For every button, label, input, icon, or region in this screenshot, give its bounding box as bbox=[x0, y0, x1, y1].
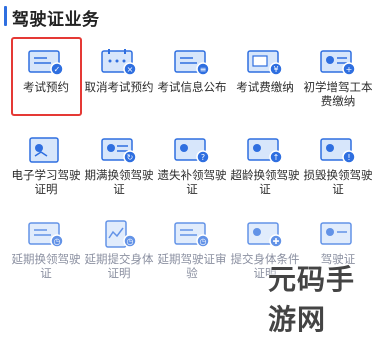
service-label: 延期提交身体证明 bbox=[84, 252, 154, 280]
selected-highlight bbox=[11, 37, 82, 116]
overage-renew-icon: ↑ bbox=[246, 136, 284, 164]
delay-health-icon: ◷ bbox=[100, 220, 138, 248]
service-label: 考试费缴纳 bbox=[236, 80, 294, 94]
service-item[interactable]: ? 遗失补领驾驶证 bbox=[156, 122, 228, 202]
cancel-exam-booking-icon: × bbox=[100, 48, 138, 76]
damaged-renew-icon: ! bbox=[319, 136, 357, 164]
header-accent-bar bbox=[4, 6, 7, 26]
service-item[interactable]: ◷ 延期驾驶证审验 bbox=[156, 206, 228, 286]
svg-text:+: + bbox=[346, 65, 353, 74]
service-item[interactable]: ↑ 超龄换领驾驶证 bbox=[229, 122, 301, 202]
delay-renew-icon: ◷ bbox=[27, 220, 65, 248]
delay-review-icon: ◷ bbox=[173, 220, 211, 248]
service-item[interactable]: ≡ 考试信息公布 bbox=[156, 34, 228, 114]
svg-text:↻: ↻ bbox=[127, 153, 134, 162]
svg-text:◷: ◷ bbox=[54, 237, 61, 246]
service-item[interactable]: 电子学习驾驶证明 bbox=[10, 122, 82, 202]
exam-info-icon: ≡ bbox=[173, 48, 211, 76]
renew-license-icon: ↻ bbox=[100, 136, 138, 164]
service-label: 初学增驾工本费缴纳 bbox=[303, 80, 373, 108]
svg-text:×: × bbox=[127, 65, 134, 74]
section-header: 驾驶证业务 bbox=[0, 0, 378, 34]
service-item[interactable]: ! 损毁换领驾驶证 bbox=[302, 122, 374, 202]
service-label: 取消考试预约 bbox=[84, 80, 154, 94]
svg-text:?: ? bbox=[201, 153, 205, 162]
watermark: 元码手游网 bbox=[268, 258, 378, 336]
watermark-text: 元码手游网 bbox=[268, 263, 356, 336]
service-label: 期满换领驾驶证 bbox=[84, 168, 154, 196]
svg-text:≡: ≡ bbox=[200, 65, 207, 74]
svg-text:◷: ◷ bbox=[127, 237, 134, 246]
service-item[interactable]: ↻ 期满换领驾驶证 bbox=[83, 122, 155, 202]
service-label: 延期驾驶证审验 bbox=[157, 252, 227, 280]
service-label: 超龄换领驾驶证 bbox=[230, 168, 300, 196]
service-item[interactable]: ◷ 延期换领驾驶证 bbox=[10, 206, 82, 286]
submit-health-icon: ✚ bbox=[246, 220, 284, 248]
service-label: 损毁换领驾驶证 bbox=[303, 168, 373, 196]
svg-text:¥: ¥ bbox=[273, 65, 278, 74]
svg-text:!: ! bbox=[347, 153, 350, 162]
service-item[interactable]: ¥ 考试费缴纳 bbox=[229, 34, 301, 114]
cost-fee-icon: + bbox=[319, 48, 357, 76]
service-label: 遗失补领驾驶证 bbox=[157, 168, 227, 196]
service-label: 考试信息公布 bbox=[157, 80, 227, 94]
e-learning-icon bbox=[27, 136, 65, 164]
svg-text:↑: ↑ bbox=[273, 153, 280, 162]
lost-replace-icon: ? bbox=[173, 136, 211, 164]
service-label: 电子学习驾驶证明 bbox=[11, 168, 81, 196]
service-item[interactable]: × 取消考试预约 bbox=[83, 34, 155, 114]
svg-text:✚: ✚ bbox=[273, 237, 280, 246]
service-label: 延期换领驾驶证 bbox=[11, 252, 81, 280]
license-icon bbox=[319, 220, 357, 248]
section-title: 驾驶证业务 bbox=[12, 10, 100, 30]
exam-fee-icon: ¥ bbox=[246, 48, 284, 76]
svg-text:◷: ◷ bbox=[200, 237, 207, 246]
service-item[interactable]: ◷ 延期提交身体证明 bbox=[83, 206, 155, 286]
service-item[interactable]: + 初学增驾工本费缴纳 bbox=[302, 34, 374, 114]
